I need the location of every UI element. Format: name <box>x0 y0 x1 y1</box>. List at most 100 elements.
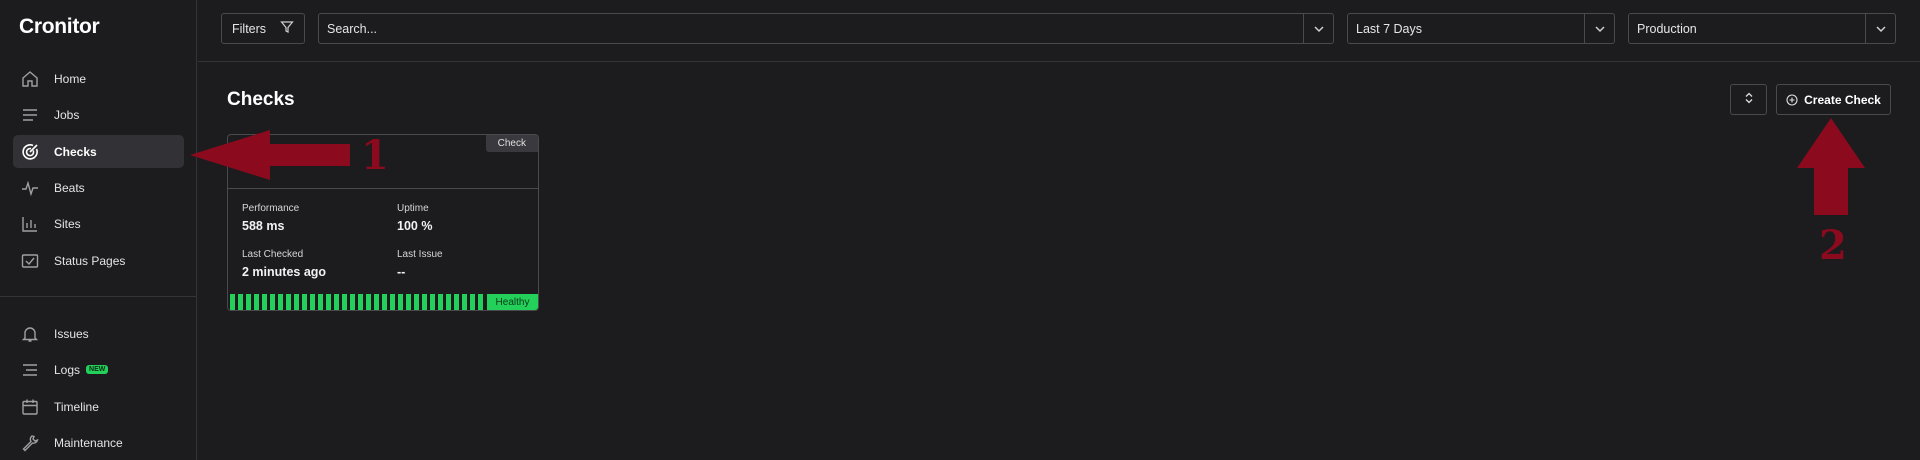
sidebar-item-beats[interactable]: Beats <box>13 171 184 204</box>
sidebar-item-label: Sites <box>54 216 81 231</box>
sidebar-item-jobs[interactable]: Jobs <box>13 98 184 131</box>
health-tick <box>230 294 235 310</box>
performance-value: 588 ms <box>242 219 285 233</box>
health-tick <box>406 294 411 310</box>
health-tick <box>262 294 267 310</box>
health-ticks <box>228 294 487 310</box>
chevron-down-icon[interactable] <box>1865 14 1895 43</box>
pulse-icon <box>19 177 41 199</box>
logs-icon <box>19 359 41 381</box>
create-check-label: Create Check <box>1804 92 1881 107</box>
health-tick <box>286 294 291 310</box>
sidebar-item-maintenance[interactable]: Maintenance <box>13 426 184 459</box>
environment-value: Production <box>1637 21 1697 36</box>
health-tick <box>462 294 467 310</box>
sidebar-item-issues[interactable]: Issues <box>13 317 184 350</box>
annotation-arrow-left-icon <box>190 130 350 180</box>
health-tick <box>350 294 355 310</box>
sort-button[interactable] <box>1730 84 1767 115</box>
sidebar-item-label: Jobs <box>54 107 80 122</box>
sidebar-item-sites[interactable]: Sites <box>13 207 184 240</box>
wrench-icon <box>19 432 41 454</box>
filters-button[interactable]: Filters <box>221 13 305 44</box>
top-bar: Filters Search... Last 7 Days Production <box>198 0 1920 62</box>
health-tick <box>294 294 299 310</box>
health-tick <box>342 294 347 310</box>
health-tick <box>358 294 363 310</box>
create-check-button[interactable]: Create Check <box>1776 84 1891 115</box>
health-tick <box>390 294 395 310</box>
sidebar-item-checks[interactable]: Checks <box>13 135 184 168</box>
health-tick <box>278 294 283 310</box>
health-history-bar: Healthy <box>228 294 538 310</box>
sidebar-item-status-pages[interactable]: Status Pages <box>13 244 184 277</box>
health-tick <box>302 294 307 310</box>
search-text: Search... <box>327 21 378 36</box>
health-tick <box>478 294 483 310</box>
status-page-icon <box>19 250 41 272</box>
bell-icon <box>19 323 41 345</box>
environment-select[interactable]: Production <box>1628 13 1896 44</box>
calendar-icon <box>19 396 41 418</box>
card-divider <box>228 188 538 189</box>
uptime-label: Uptime <box>397 203 429 214</box>
health-tick <box>430 294 435 310</box>
sidebar-item-label: Beats <box>54 180 85 195</box>
health-tick <box>366 294 371 310</box>
health-tick <box>446 294 451 310</box>
annotation-arrow-up-icon <box>1797 118 1865 215</box>
last-checked-value: 2 minutes ago <box>242 265 327 279</box>
health-tick <box>238 294 243 310</box>
health-tick <box>382 294 387 310</box>
sidebar: Cronitor Home Jobs Checks Beats Sites St… <box>0 0 197 460</box>
time-range-value: Last 7 Days <box>1356 21 1423 36</box>
health-tick <box>414 294 419 310</box>
new-badge: NEW <box>86 365 109 374</box>
sidebar-divider <box>0 296 197 297</box>
check-type-badge: Check <box>485 135 538 152</box>
sidebar-item-label: Checks <box>54 144 97 159</box>
last-issue-label: Last Issue <box>397 249 443 260</box>
health-tick <box>318 294 323 310</box>
sidebar-item-timeline[interactable]: Timeline <box>13 390 184 423</box>
filters-label: Filters <box>232 21 267 36</box>
performance-label: Performance <box>242 203 300 214</box>
health-tick <box>334 294 339 310</box>
list-icon <box>19 104 41 126</box>
sidebar-item-home[interactable]: Home <box>13 62 184 95</box>
sidebar-item-label: Maintenance <box>54 435 123 450</box>
chevron-down-icon[interactable] <box>1584 14 1614 43</box>
sidebar-item-label: Logs <box>54 362 81 377</box>
health-tick <box>270 294 275 310</box>
health-tick <box>374 294 379 310</box>
sidebar-item-label: Timeline <box>54 399 99 414</box>
page-title: Checks <box>227 89 295 110</box>
health-status-badge: Healthy <box>487 294 538 310</box>
health-tick <box>454 294 459 310</box>
sidebar-item-logs[interactable]: Logs NEW <box>13 353 184 386</box>
health-tick <box>326 294 331 310</box>
health-tick <box>422 294 427 310</box>
health-tick <box>254 294 259 310</box>
target-icon <box>19 141 41 163</box>
home-icon <box>19 68 41 90</box>
health-tick <box>246 294 251 310</box>
health-tick <box>470 294 475 310</box>
uptime-value: 100 % <box>397 219 433 233</box>
sidebar-item-label: Issues <box>54 326 89 341</box>
time-range-select[interactable]: Last 7 Days <box>1347 13 1615 44</box>
sort-icon <box>1744 92 1754 107</box>
app-logo[interactable]: Cronitor <box>19 15 100 39</box>
last-issue-value: -- <box>397 265 406 279</box>
search-input[interactable]: Search... <box>318 13 1334 44</box>
bar-chart-icon <box>19 213 41 235</box>
filter-icon <box>280 20 294 37</box>
health-tick <box>398 294 403 310</box>
last-checked-label: Last Checked <box>242 249 304 260</box>
sidebar-item-label: Status Pages <box>54 253 126 268</box>
annotation-number-2: 2 <box>1819 222 1847 269</box>
plus-circle-icon <box>1786 93 1798 106</box>
health-tick <box>438 294 443 310</box>
annotation-number-1: 1 <box>361 132 389 179</box>
chevron-down-icon[interactable] <box>1303 14 1333 43</box>
